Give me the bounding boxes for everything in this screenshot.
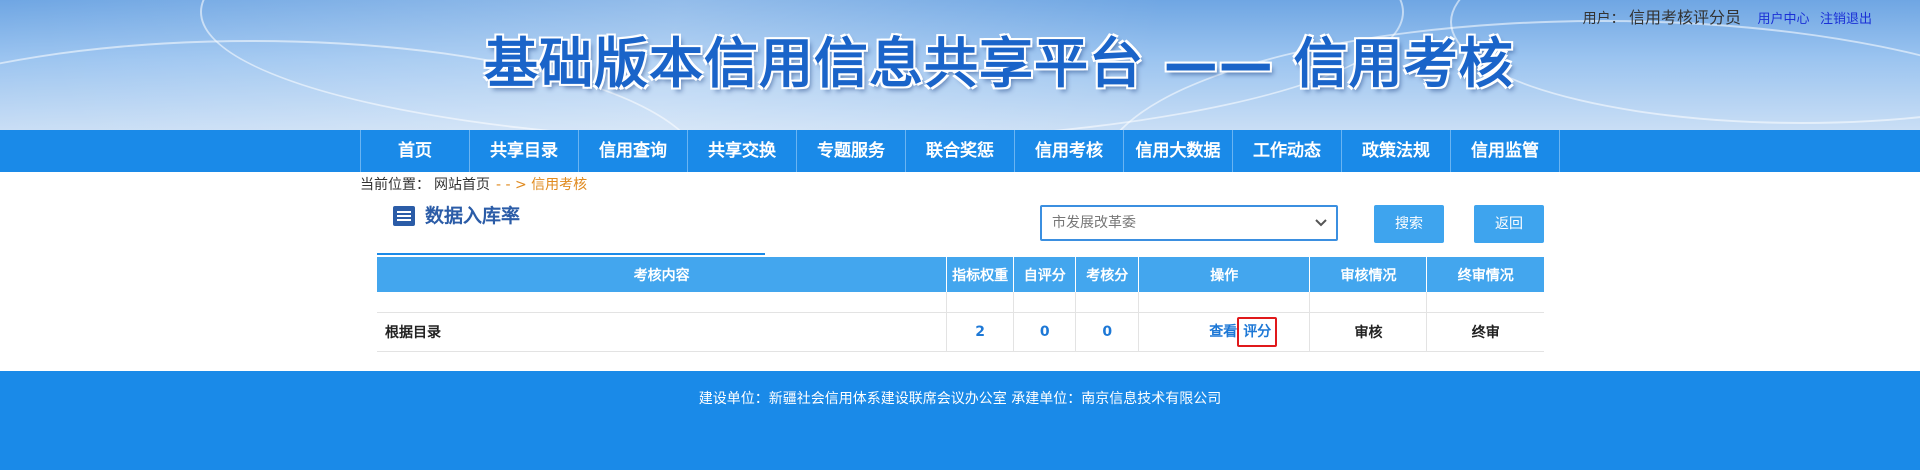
user-center-link[interactable]: 用户中心 <box>1758 12 1810 27</box>
table-header-row: 考核内容 指标权重 自评分 考核分 操作 审核情况 终审情况 <box>377 257 1544 292</box>
breadcrumb-home-link[interactable]: 网站首页 <box>434 177 490 193</box>
cell-operation: 查看 评分 <box>1137 312 1310 352</box>
view-link[interactable]: 查看 <box>1209 324 1237 340</box>
header-review: 审核情况 <box>1309 257 1427 292</box>
header-content: 考核内容 <box>377 257 947 292</box>
cell-review[interactable]: 审核 <box>1309 312 1427 352</box>
header-self-score: 自评分 <box>1012 257 1076 292</box>
main-nav: 首页 共享目录 信用查询 共享交换 专题服务 联合奖惩 信用考核 信用大数据 工… <box>0 130 1920 172</box>
footer-text: 建设单位：新疆社会信用体系建设联席会议办公室 承建单位：南京信息技术有限公司 <box>698 391 1222 407</box>
cell-self-score: 0 <box>1012 312 1076 352</box>
search-button[interactable]: 搜索 <box>1374 205 1444 243</box>
user-bar: 用户： 信用考核评分员 用户中心 注销退出 <box>1583 8 1872 30</box>
breadcrumb-current: - - > 信用考核 <box>496 177 588 193</box>
department-select[interactable]: 市发展改革委 <box>1040 205 1338 241</box>
table-spacer-row <box>377 292 1544 313</box>
site-banner: 基础版本信用信息共享平台 —— 信用考核 用户： 信用考核评分员 用户中心 注销… <box>0 0 1920 130</box>
breadcrumb-label: 当前位置： <box>360 177 430 193</box>
nav-item-joint-rewards-penalties[interactable]: 联合奖惩 <box>905 130 1014 172</box>
nav-item-policies-regulations[interactable]: 政策法规 <box>1341 130 1450 172</box>
assessment-table: 考核内容 指标权重 自评分 考核分 操作 审核情况 终审情况 根据目录 2 0 … <box>377 257 1544 352</box>
chevron-down-icon <box>1315 219 1327 227</box>
header-weight: 指标权重 <box>946 257 1014 292</box>
cell-content: 根据目录 <box>377 312 947 352</box>
cell-final-review[interactable]: 终审 <box>1426 312 1544 352</box>
cell-assess-score: 0 <box>1075 312 1139 352</box>
nav-item-home[interactable]: 首页 <box>360 130 469 172</box>
department-select-value: 市发展改革委 <box>1052 215 1136 231</box>
nav-item-credit-query[interactable]: 信用查询 <box>578 130 687 172</box>
site-title: 基础版本信用信息共享平台 —— 信用考核 <box>484 32 1514 95</box>
nav-item-shared-catalog[interactable]: 共享目录 <box>469 130 578 172</box>
header-assess-score: 考核分 <box>1075 257 1139 292</box>
logout-link[interactable]: 注销退出 <box>1820 12 1872 27</box>
table-row: 根据目录 2 0 0 查看 评分 审核 终审 <box>377 312 1544 352</box>
nav-item-credit-big-data[interactable]: 信用大数据 <box>1123 130 1232 172</box>
nav-item-special-services[interactable]: 专题服务 <box>796 130 905 172</box>
section-title: 数据入库率 <box>425 205 521 227</box>
score-link[interactable]: 评分 <box>1237 317 1278 347</box>
nav-item-work-news[interactable]: 工作动态 <box>1232 130 1341 172</box>
cell-weight: 2 <box>946 312 1014 352</box>
breadcrumb: 当前位置： 网站首页 - - > 信用考核 <box>360 176 587 194</box>
user-label: 用户： <box>1582 11 1625 27</box>
list-icon <box>393 206 415 226</box>
header-final-review: 终审情况 <box>1426 257 1544 292</box>
user-name: 信用考核评分员 <box>1629 8 1742 27</box>
nav-item-credit-supervision[interactable]: 信用监管 <box>1450 130 1560 172</box>
site-footer: 建设单位：新疆社会信用体系建设联席会议办公室 承建单位：南京信息技术有限公司 <box>0 371 1920 470</box>
section-underline <box>377 253 765 255</box>
back-button[interactable]: 返回 <box>1474 205 1544 243</box>
nav-item-credit-assessment[interactable]: 信用考核 <box>1014 130 1123 172</box>
nav-item-shared-exchange[interactable]: 共享交换 <box>687 130 796 172</box>
nav-list: 首页 共享目录 信用查询 共享交换 专题服务 联合奖惩 信用考核 信用大数据 工… <box>360 130 1920 172</box>
header-operation: 操作 <box>1137 257 1310 292</box>
